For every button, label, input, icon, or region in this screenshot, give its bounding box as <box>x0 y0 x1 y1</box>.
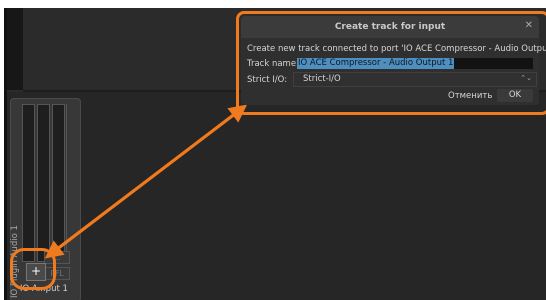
dialog-title: Create track for input <box>241 16 539 38</box>
create-track-dialog: Create track for input ✕ Create new trac… <box>241 16 546 105</box>
ok-button[interactable]: OK <box>497 89 533 102</box>
chevron-updown-icon: ⌃⌄ <box>520 74 532 82</box>
track-name-input[interactable]: IO ACE Compressor - Audio Output 1 <box>297 58 533 69</box>
track-name-label: Track name: <box>247 59 299 69</box>
annotation-arrow <box>44 108 241 259</box>
strict-io-value: Strict-I/O <box>303 74 341 84</box>
track-name-selected-text: IO ACE Compressor - Audio Output 1 <box>297 58 455 69</box>
cancel-button[interactable]: Отменить <box>448 90 492 102</box>
strict-io-select[interactable]: Strict-I/O ⌃⌄ <box>293 72 537 87</box>
dialog-message: Create new track connected to port 'IO A… <box>247 44 546 54</box>
strict-io-label: Strict I/O: <box>247 75 288 85</box>
close-icon[interactable]: ✕ <box>525 20 533 31</box>
